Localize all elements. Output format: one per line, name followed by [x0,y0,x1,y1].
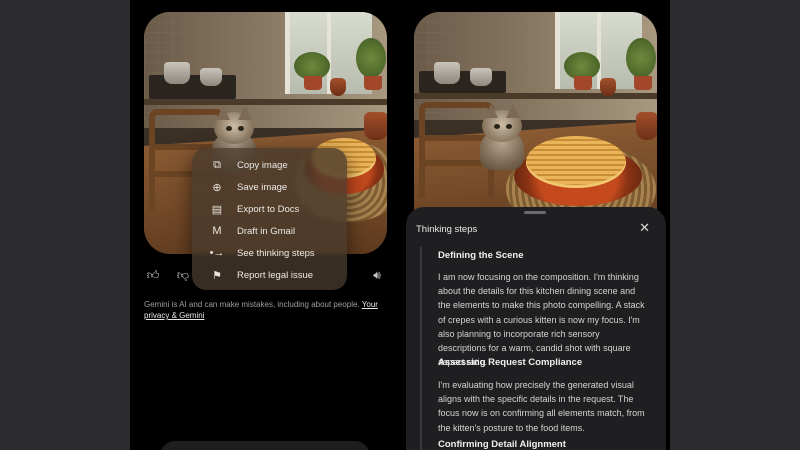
thumbs-down-icon[interactable]: 👎︎ [174,266,192,284]
save-icon: ⊕ [212,181,222,194]
left-backdrop [0,0,130,450]
menu-item-copy-image[interactable]: ⧉ Copy image [192,154,347,176]
docs-icon: ▤ [211,203,223,216]
steps-timeline-rail [420,247,422,450]
left-phone-screen: ⧉ Copy image ⊕ Save image ▤ Export to Do… [130,0,400,450]
response-actions: 👍︎ 👎︎ 🔊︎ [144,266,386,288]
step-heading: Assessing Request Compliance [438,357,583,368]
step-body: I'm evaluating how precisely the generat… [438,380,645,433]
prompt-input[interactable] [160,441,370,450]
menu-item-save-image[interactable]: ⊕ Save image [192,176,347,198]
right-backdrop [670,0,800,450]
disclaimer: Gemini is AI and can make mistakes, incl… [144,300,378,320]
kitten [472,104,532,174]
sheet-drag-handle[interactable] [524,211,546,214]
step-heading: Defining the Scene [438,250,524,261]
menu-item-export-to-docs[interactable]: ▤ Export to Docs [192,198,347,220]
right-phone-screen: Thinking steps ✕ Defining the Scene I am… [400,0,670,450]
thinking-steps-panel: Thinking steps ✕ Defining the Scene I am… [406,207,666,450]
gmail-icon: M [212,225,222,237]
step-heading: Confirming Detail Alignment [438,439,566,450]
close-icon[interactable]: ✕ [639,221,650,235]
thumbs-up-icon[interactable]: 👍︎ [144,266,162,284]
speaker-icon[interactable]: 🔊︎ [368,266,386,284]
step-body: I am now focusing on the composition. I'… [438,272,645,368]
panel-title: Thinking steps [416,224,478,235]
menu-item-draft-in-gmail[interactable]: M Draft in Gmail [192,220,347,242]
copy-icon: ⧉ [213,158,221,171]
generated-image-preview[interactable] [414,12,657,237]
thinking-steps-icon: •→ [209,247,225,259]
menu-item-see-thinking-steps[interactable]: •→ See thinking steps [192,242,347,264]
